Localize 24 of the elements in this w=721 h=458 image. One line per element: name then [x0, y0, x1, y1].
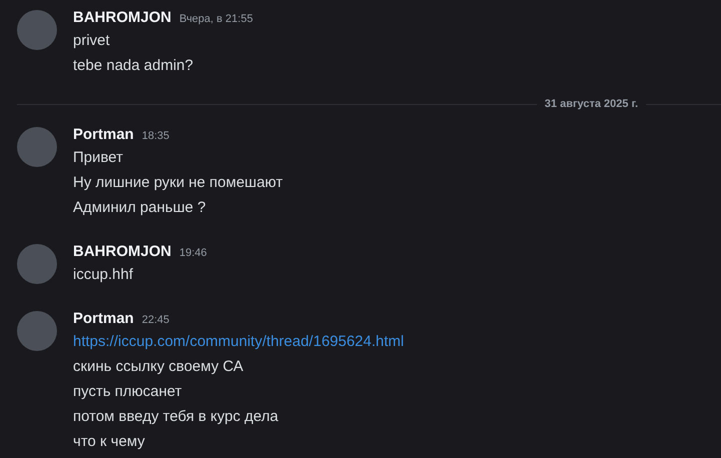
author-name[interactable]: BAHROMJON	[73, 242, 172, 262]
message-text: tebe nada admin?	[73, 56, 194, 76]
message-text: скинь ссылку своему СА	[73, 357, 244, 377]
author-name[interactable]: Portman	[73, 309, 134, 329]
avatar	[17, 244, 57, 284]
message-time: 22:45	[142, 313, 170, 328]
message-text: Привет	[73, 148, 124, 168]
author-name[interactable]: BAHROMJON	[73, 8, 172, 28]
message-text: что к чему	[73, 432, 145, 452]
message-text: пусть плюсанет	[73, 382, 182, 402]
message-text: потом введу тебя в курс дела	[73, 407, 278, 427]
avatar	[17, 311, 57, 351]
message-text: privet	[73, 31, 110, 51]
avatar	[17, 127, 57, 167]
avatar	[17, 10, 57, 50]
message-text: Ну лишние руки не помешают	[73, 173, 283, 193]
message-link[interactable]: https://iccup.com/community/thread/1695624.html	[73, 329, 404, 354]
message-time: 19:46	[179, 246, 207, 261]
message-text: Админил раньше ?	[73, 198, 206, 218]
message-time: Вчера, в 21:55	[179, 12, 253, 27]
author-name[interactable]: Portman	[73, 125, 134, 145]
message-time: 18:35	[142, 129, 170, 144]
message-text: iccup.hhf	[73, 265, 134, 285]
date-divider-label: 31 августа 2025 г.	[544, 96, 639, 112]
